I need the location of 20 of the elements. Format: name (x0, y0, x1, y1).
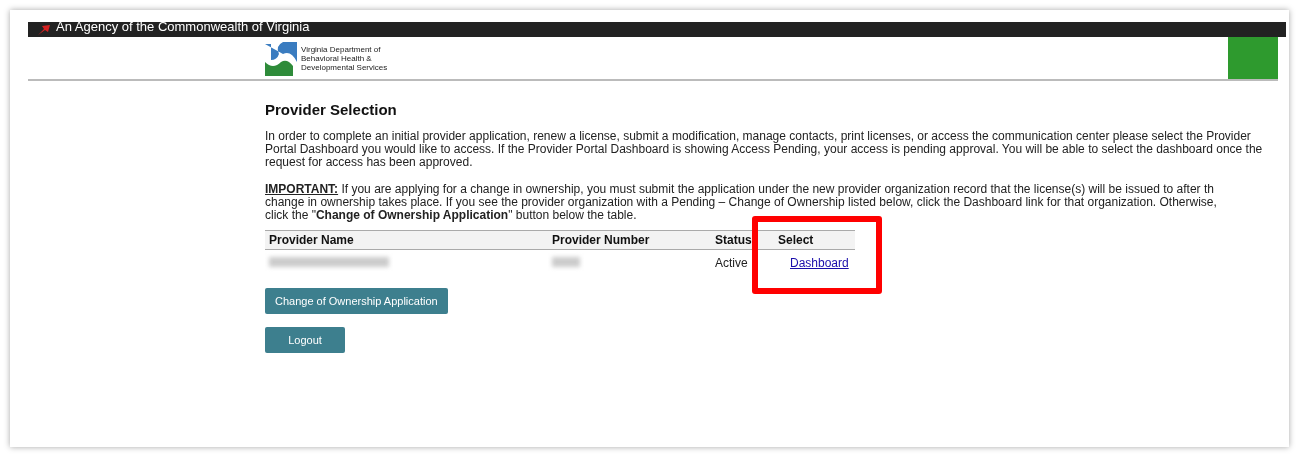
column-header: Provider Name (265, 230, 548, 250)
important-note-line: click the "Change of Ownership Application" button below the table. (265, 209, 638, 222)
important-note-line: change in ownership takes place. If you see the provider organization with a Pending – Change of Ownership listed below, click the Dashboard link for that organization. Otherwise, (265, 196, 1218, 209)
action-button[interactable]: Change of Ownership Application (265, 288, 448, 314)
important-note-line: IMPORTANT: If you are applying for a change in ownership, you must submit the application under the new provider organization record that the license(s) will be issued to after th (265, 183, 1215, 196)
header-panel (1228, 37, 1278, 79)
redacted-number (552, 257, 580, 267)
page-heading: Provider Selection (265, 101, 398, 118)
action-button[interactable]: Logout (265, 327, 345, 353)
column-header: Select (774, 230, 855, 250)
column-header: Status (711, 230, 774, 250)
intro-paragraph: In order to complete an initial provider application, renew a license, submit a modification, manage contacts, print licenses, or access the communication center please select the Provider Portal Dashboard you would like to access. If the Provider Portal Dashboard is showing Access Pending, your access is pending approval. You will be able to select the dashboard once the request for access has been approved. (265, 130, 1264, 169)
logo-text: Virginia Department of (301, 44, 382, 54)
dashboard-link[interactable]: Dashboard (790, 256, 849, 270)
logo-text: Developmental Services (301, 62, 388, 72)
status-cell: Active (711, 249, 774, 276)
column-header: Provider Number (548, 230, 711, 250)
logo-icon (265, 40, 297, 76)
logo-text: Behavioral Health & (301, 53, 373, 63)
banner-text: An Agency of the Commonwealth of Virginia (56, 22, 310, 33)
